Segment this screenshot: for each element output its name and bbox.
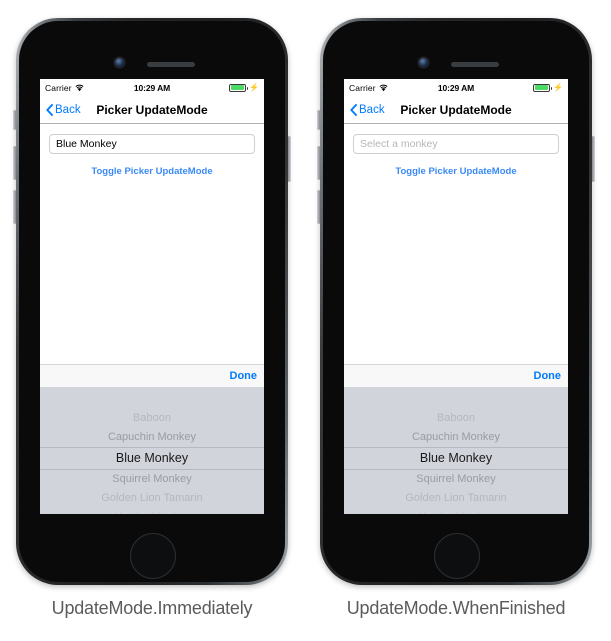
- phone-device-immediately: Carrier 10:29 AM ⚡ Back Picker UpdateMod…: [13, 18, 291, 585]
- back-button-label: Back: [359, 103, 385, 116]
- phone-device-whenfinished: Carrier 10:29 AM ⚡ Back Picker UpdateMod…: [317, 18, 595, 585]
- navigation-bar: Back Picker UpdateMode: [344, 96, 568, 124]
- picker-row[interactable]: Capuchin Monkey: [40, 428, 264, 447]
- back-button[interactable]: Back: [46, 104, 81, 116]
- charging-bolt-icon: ⚡: [249, 82, 259, 92]
- picker-row[interactable]: Golden Lion Tamarin: [344, 489, 568, 508]
- picker-row[interactable]: Golden Lion Tamarin: [40, 489, 264, 508]
- picker-row[interactable]: Howler Monkey: [344, 508, 568, 514]
- toggle-picker-updatemode-button[interactable]: Toggle Picker UpdateMode: [353, 166, 559, 177]
- volume-up-button[interactable]: [317, 146, 320, 180]
- picker-row[interactable]: Capuchin Monkey: [344, 428, 568, 447]
- power-button[interactable]: [592, 136, 595, 182]
- toggle-picker-updatemode-button[interactable]: Toggle Picker UpdateMode: [49, 166, 255, 177]
- picker-toolbar: Done: [40, 364, 264, 387]
- caption-whenfinished: UpdateMode.WhenFinished: [346, 598, 566, 618]
- monkey-text-field-placeholder: Select a monkey: [360, 138, 438, 150]
- monkey-picker-wheel[interactable]: Baboon Capuchin Monkey Blue Monkey Squir…: [40, 387, 264, 514]
- volume-up-button[interactable]: [13, 146, 16, 180]
- picker-row-selected[interactable]: Blue Monkey: [344, 447, 568, 470]
- caption-immediately: UpdateMode.Immediately: [51, 598, 253, 618]
- picker-rows: Baboon Capuchin Monkey Blue Monkey Squir…: [344, 409, 568, 514]
- phone-screen-whenfinished: Carrier 10:29 AM ⚡ Back Picker UpdateMod…: [344, 79, 568, 514]
- status-right: ⚡: [229, 82, 259, 92]
- picker-row[interactable]: Squirrel Monkey: [40, 470, 264, 489]
- chevron-left-icon: [350, 103, 357, 116]
- navigation-bar: Back Picker UpdateMode: [40, 96, 264, 124]
- battery-icon: [229, 83, 249, 92]
- done-button[interactable]: Done: [230, 370, 258, 382]
- status-left: Carrier: [45, 83, 84, 93]
- monkey-text-field[interactable]: Blue Monkey: [49, 134, 255, 154]
- earpiece-speaker: [147, 62, 195, 67]
- monkey-picker-wheel[interactable]: Baboon Capuchin Monkey Blue Monkey Squir…: [344, 387, 568, 514]
- phone-screen-immediately: Carrier 10:29 AM ⚡ Back Picker UpdateMod…: [40, 79, 264, 514]
- back-button-label: Back: [55, 103, 81, 116]
- carrier-label: Carrier: [45, 82, 72, 93]
- picker-row[interactable]: Baboon: [40, 409, 264, 428]
- status-left: Carrier: [349, 83, 388, 93]
- earpiece-speaker: [451, 62, 499, 67]
- status-bar: Carrier 10:29 AM ⚡: [40, 79, 264, 96]
- wifi-icon: [379, 84, 388, 91]
- picker-row[interactable]: Howler Monkey: [40, 508, 264, 514]
- phone-body: Carrier 10:29 AM ⚡ Back Picker UpdateMod…: [19, 21, 285, 582]
- picker-row[interactable]: Squirrel Monkey: [344, 470, 568, 489]
- monkey-text-field[interactable]: Select a monkey: [353, 134, 559, 154]
- content-area: Blue Monkey Toggle Picker UpdateMode: [40, 124, 264, 364]
- front-camera-icon: [419, 58, 428, 67]
- phone-body: Carrier 10:29 AM ⚡ Back Picker UpdateMod…: [323, 21, 589, 582]
- carrier-label: Carrier: [349, 82, 376, 93]
- silent-switch[interactable]: [317, 110, 320, 130]
- status-bar: Carrier 10:29 AM ⚡: [344, 79, 568, 96]
- volume-down-button[interactable]: [317, 190, 320, 224]
- battery-icon: [533, 83, 553, 92]
- volume-down-button[interactable]: [13, 190, 16, 224]
- silent-switch[interactable]: [13, 110, 16, 130]
- charging-bolt-icon: ⚡: [553, 82, 563, 92]
- picker-row-selected[interactable]: Blue Monkey: [40, 447, 264, 470]
- back-button[interactable]: Back: [350, 104, 385, 116]
- chevron-left-icon: [46, 103, 53, 116]
- screenshot-stage: Carrier 10:29 AM ⚡ Back Picker UpdateMod…: [0, 0, 611, 641]
- status-right: ⚡: [533, 82, 563, 92]
- front-camera-icon: [115, 58, 124, 67]
- picker-rows: Baboon Capuchin Monkey Blue Monkey Squir…: [40, 409, 264, 514]
- picker-toolbar: Done: [344, 364, 568, 387]
- wifi-icon: [75, 84, 84, 91]
- home-button[interactable]: [434, 533, 480, 579]
- power-button[interactable]: [288, 136, 291, 182]
- picker-row[interactable]: Baboon: [344, 409, 568, 428]
- monkey-text-field-value: Blue Monkey: [56, 138, 117, 150]
- done-button[interactable]: Done: [534, 370, 562, 382]
- content-area: Select a monkey Toggle Picker UpdateMode: [344, 124, 568, 364]
- home-button[interactable]: [130, 533, 176, 579]
